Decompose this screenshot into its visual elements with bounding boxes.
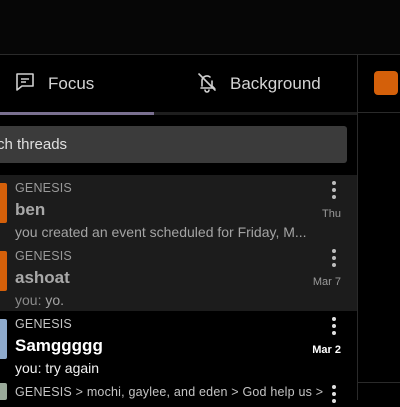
preview-prefix: you: bbox=[15, 360, 42, 376]
pane-divider bbox=[357, 55, 358, 400]
preview-text: yo. bbox=[45, 292, 65, 308]
top-bar bbox=[0, 0, 400, 55]
thread-guild: GENESIS bbox=[15, 317, 72, 331]
tab-indicator-track bbox=[0, 112, 357, 115]
thread-date: Mar 2 bbox=[312, 344, 341, 356]
thread-guild: GENESIS bbox=[15, 249, 72, 263]
thread-name: ben bbox=[15, 200, 46, 219]
more-options-icon[interactable] bbox=[329, 181, 339, 203]
more-options-icon[interactable] bbox=[329, 249, 339, 271]
thread-color-bar bbox=[0, 383, 7, 400]
message-square-icon bbox=[14, 71, 36, 98]
community-avatar[interactable] bbox=[374, 71, 398, 95]
thread-guild: GENESIS bbox=[15, 181, 72, 195]
thread-name: ashoat bbox=[15, 268, 70, 287]
thread-preview: you created an event scheduled for Frida… bbox=[15, 224, 307, 240]
preview-prefix: you: bbox=[15, 292, 42, 308]
tab-focus[interactable]: Focus bbox=[14, 56, 94, 112]
thread-preview: you: try again bbox=[15, 360, 325, 376]
thread-date: Thu bbox=[322, 208, 341, 220]
thread-name: Samggggg bbox=[15, 336, 103, 355]
right-pane-divider-bottom bbox=[358, 382, 400, 383]
thread-preview: you: yo. bbox=[15, 292, 325, 308]
search-input[interactable] bbox=[0, 126, 347, 163]
thread-guild: GENESIS > mochi, gaylee, and eden > God … bbox=[15, 385, 325, 399]
preview-text: try again bbox=[45, 360, 100, 376]
tab-focus-label: Focus bbox=[48, 74, 95, 93]
tab-background-label: Background bbox=[230, 74, 321, 93]
thread-item[interactable]: GENESIS > mochi, gaylee, and eden > God … bbox=[0, 379, 357, 403]
thread-item[interactable]: GENESIS ashoat you: yo. Mar 7 bbox=[0, 243, 357, 311]
thread-color-bar bbox=[0, 183, 7, 223]
thread-item[interactable]: GENESIS ben you created an event schedul… bbox=[0, 175, 357, 243]
bell-off-icon bbox=[196, 71, 218, 98]
right-pane-divider bbox=[358, 112, 400, 113]
tab-active-indicator bbox=[0, 112, 154, 115]
more-options-icon[interactable] bbox=[329, 385, 339, 407]
thread-color-bar bbox=[0, 251, 7, 291]
tab-background[interactable]: Background bbox=[196, 56, 321, 112]
more-options-icon[interactable] bbox=[329, 317, 339, 339]
thread-item[interactable]: GENESIS Samggggg you: try again Mar 2 bbox=[0, 311, 357, 379]
thread-date: Mar 7 bbox=[312, 276, 341, 288]
thread-color-bar bbox=[0, 319, 7, 359]
